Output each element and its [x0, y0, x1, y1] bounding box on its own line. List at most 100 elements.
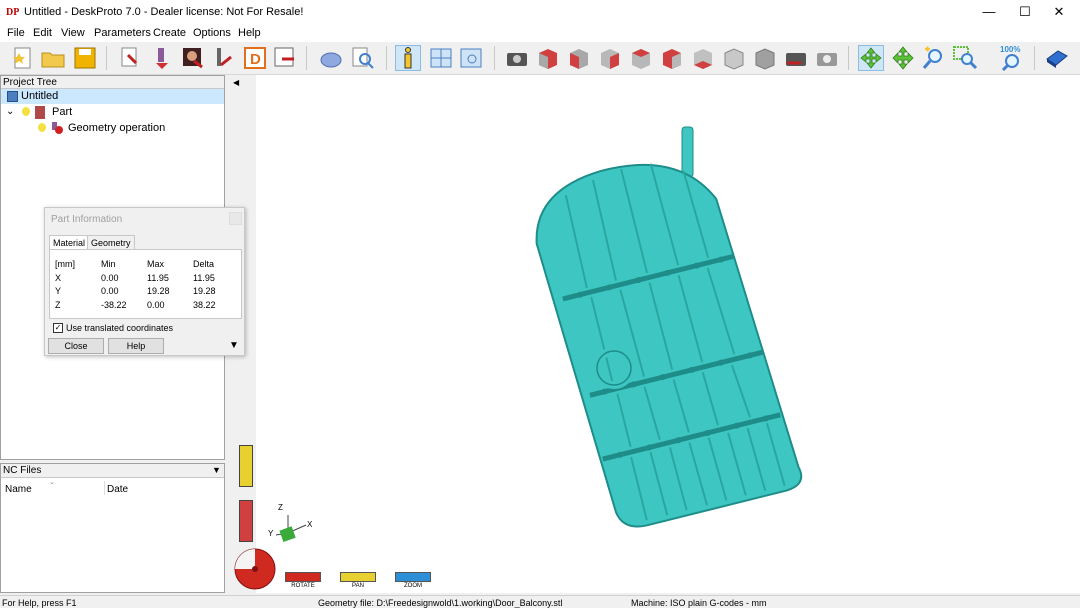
tab-geometry[interactable]: Geometry: [87, 235, 135, 250]
table-header-unit: [mm]: [55, 259, 75, 269]
axis-x-label: X: [307, 520, 313, 529]
tab-material[interactable]: Material: [49, 235, 90, 250]
rotate-mode-button[interactable]: [285, 572, 321, 582]
menu-edit[interactable]: Edit: [33, 27, 52, 39]
menu-bar: File Edit View Parameters Create Options…: [0, 24, 1080, 42]
table-cell: X: [55, 273, 62, 283]
menu-options[interactable]: Options: [193, 27, 231, 39]
table-cell: 0.00: [101, 273, 119, 283]
rotate-dial[interactable]: [234, 548, 276, 590]
lightbulb-icon[interactable]: [38, 123, 46, 132]
svg-text:DP: DP: [6, 7, 19, 18]
main-toolbar: D 100%: [0, 42, 1080, 75]
table-cell: -38.22: [101, 300, 127, 310]
menu-file[interactable]: File: [7, 27, 25, 39]
drawing-icon[interactable]: D: [242, 45, 268, 71]
3d-viewport[interactable]: [230, 75, 1080, 593]
part-info-icon[interactable]: [395, 45, 421, 71]
view-cube-icon[interactable]: [752, 45, 778, 71]
table-cell: 19.28: [147, 286, 170, 296]
table-cell: 0.00: [101, 286, 119, 296]
view-back-icon[interactable]: [597, 45, 623, 71]
nc-files-panel: NC Files ▼ Name ⌄ Date: [0, 463, 225, 593]
red-slider-icon[interactable]: [239, 500, 253, 542]
expand-dialog-icon[interactable]: ▼: [229, 340, 239, 351]
help-book-icon[interactable]: [1044, 45, 1070, 71]
axis-y-label: Y: [268, 529, 274, 538]
tree-item-label: Geometry operation: [68, 122, 166, 134]
nc-files-dropdown-icon[interactable]: ▼: [212, 465, 221, 475]
menu-create[interactable]: Create: [153, 27, 186, 39]
save-icon[interactable]: [72, 45, 98, 71]
menu-help[interactable]: Help: [238, 27, 261, 39]
preview-icon[interactable]: [350, 45, 376, 71]
close-window-button[interactable]: ✕: [1036, 0, 1080, 24]
zoom-100-icon[interactable]: 100%: [998, 45, 1024, 71]
project-tree-header: Project Tree: [1, 76, 224, 89]
view-front-icon[interactable]: [566, 45, 592, 71]
view-iso-icon[interactable]: [535, 45, 561, 71]
view-top-icon[interactable]: [690, 45, 716, 71]
table-header-delta: Delta: [193, 259, 215, 269]
lightbulb-icon[interactable]: [22, 107, 30, 116]
tree-item-label: Part: [52, 106, 73, 118]
table-header-min: Min: [101, 259, 116, 269]
layout-window-icon[interactable]: [428, 45, 454, 71]
tree-item-geometry-operation[interactable]: Geometry operation: [1, 121, 224, 136]
tree-item-untitled[interactable]: Untitled: [1, 89, 224, 104]
camera-icon[interactable]: [504, 45, 530, 71]
view-bottom-icon[interactable]: [721, 45, 747, 71]
render-settings-icon[interactable]: [814, 45, 840, 71]
column-header-date[interactable]: Date: [107, 484, 128, 495]
door-model[interactable]: [230, 75, 1080, 593]
machine-icon[interactable]: [318, 45, 344, 71]
close-button[interactable]: Close: [48, 338, 104, 354]
pan-mode-button[interactable]: [340, 572, 376, 582]
yellow-slider-icon[interactable]: [239, 445, 253, 487]
translated-coords-checkbox[interactable]: ✓: [53, 323, 63, 333]
export-icon[interactable]: [272, 45, 298, 71]
zoom-label: ZOOM: [404, 583, 422, 589]
nc-files-header: NC Files: [1, 464, 224, 478]
axis-z-label: Z: [278, 503, 283, 512]
part-info-table: [mm] Min Max Delta X 0.00 11.95 11.95 Y …: [49, 249, 242, 319]
geometry-operation-icon[interactable]: [150, 45, 176, 71]
translated-coords-label: Use translated coordinates: [66, 323, 174, 333]
zoom-window-icon[interactable]: [952, 45, 978, 71]
view-window-icon[interactable]: [458, 45, 484, 71]
view-right-icon[interactable]: [659, 45, 685, 71]
table-cell: 19.28: [193, 286, 216, 296]
part-information-dialog: Part Information Material Geometry [mm] …: [44, 207, 245, 356]
title-bar: DP Untitled - DeskProto 7.0 - Dealer lic…: [0, 0, 1080, 24]
pan-label: PAN: [352, 583, 364, 589]
vector-operation-icon[interactable]: [212, 45, 238, 71]
bitmap-operation-icon[interactable]: [180, 45, 206, 71]
zoom-in-icon[interactable]: [921, 45, 947, 71]
open-folder-icon[interactable]: [40, 45, 66, 71]
app-logo-icon: DP: [6, 4, 20, 18]
table-cell: Z: [55, 300, 61, 310]
sort-indicator-icon: ⌄: [49, 479, 55, 486]
tree-item-part[interactable]: ⌄ Part: [1, 105, 224, 120]
help-button[interactable]: Help: [108, 338, 164, 354]
menu-parameters[interactable]: Parameters: [94, 27, 151, 39]
render-icon[interactable]: [783, 45, 809, 71]
column-header-name[interactable]: Name: [5, 484, 32, 495]
view-left-icon[interactable]: [628, 45, 654, 71]
rotate-mode-icon[interactable]: [858, 45, 884, 71]
geometry-operation-icon: [51, 122, 63, 134]
new-project-icon[interactable]: [10, 45, 36, 71]
collapse-panel-icon[interactable]: ◀: [233, 78, 239, 87]
menu-view[interactable]: View: [61, 27, 85, 39]
project-icon: [7, 91, 18, 102]
table-cell: 11.95: [193, 273, 215, 283]
collapse-chevron-icon[interactable]: ⌄: [6, 104, 14, 119]
part-icon: [35, 106, 45, 119]
pan-mode-icon[interactable]: [890, 45, 916, 71]
axis-indicator: Z Y X: [268, 503, 318, 548]
status-bar: For Help, press F1 Geometry file: D:\Fre…: [0, 595, 1080, 608]
dialog-title: Part Information: [51, 214, 123, 225]
dialog-close-icon[interactable]: [229, 212, 242, 225]
load-geometry-icon[interactable]: [118, 45, 144, 71]
zoom-mode-button[interactable]: [395, 572, 431, 582]
